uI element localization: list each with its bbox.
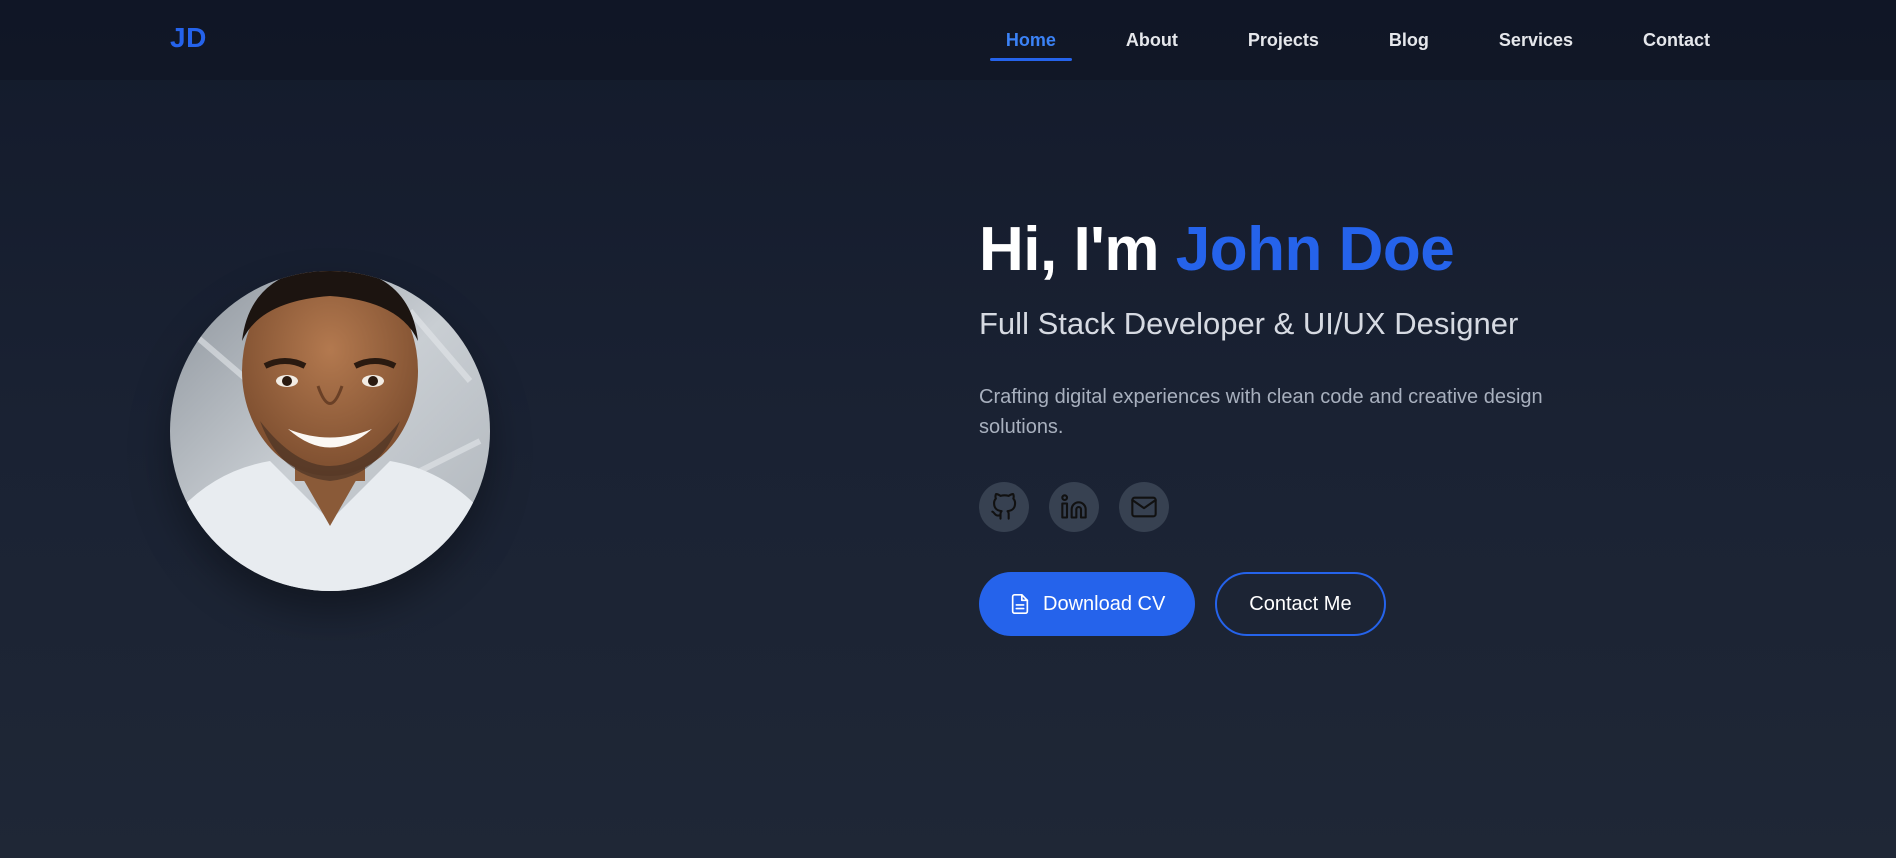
hero-name: John Doe bbox=[1175, 215, 1455, 284]
hero-headline: Hi, I'm John Doe bbox=[979, 212, 1679, 288]
nav-links: Home About Projects Blog Services Contac… bbox=[952, 0, 1726, 80]
github-icon bbox=[991, 493, 1017, 520]
download-cv-label: Download CV bbox=[1043, 592, 1166, 615]
profile-photo bbox=[170, 271, 490, 591]
hero-description: Crafting digital experiences with clean … bbox=[979, 386, 1543, 438]
email-link[interactable] bbox=[1119, 482, 1169, 532]
contact-me-button[interactable]: Contact Me bbox=[1215, 572, 1386, 636]
hero-subtitle: Full Stack Developer & UI/UX Designer bbox=[979, 306, 1519, 341]
nav-link-services[interactable]: Services bbox=[1483, 0, 1589, 80]
linkedin-link[interactable] bbox=[1049, 482, 1099, 532]
download-cv-button[interactable]: Download CV bbox=[979, 572, 1196, 636]
logo[interactable]: JD bbox=[170, 22, 207, 54]
linkedin-icon bbox=[1061, 494, 1087, 519]
nav-link-contact[interactable]: Contact bbox=[1627, 0, 1726, 80]
hero-actions: Download CV Contact Me bbox=[979, 572, 1679, 636]
file-icon bbox=[1011, 594, 1029, 614]
github-link[interactable] bbox=[979, 482, 1029, 532]
top-navbar: JD Home About Projects Blog Services Con… bbox=[0, 0, 1896, 80]
nav-link-about[interactable]: About bbox=[1110, 0, 1194, 80]
nav-link-projects[interactable]: Projects bbox=[1232, 0, 1335, 80]
mail-icon bbox=[1131, 496, 1157, 518]
nav-link-blog[interactable]: Blog bbox=[1373, 0, 1445, 80]
hero-section: Hi, I'm John Doe Full Stack Developer & … bbox=[979, 212, 1679, 636]
greeting-text: Hi, I'm bbox=[979, 215, 1160, 284]
nav-link-home[interactable]: Home bbox=[989, 0, 1072, 80]
contact-me-label: Contact Me bbox=[1249, 592, 1352, 615]
social-links bbox=[979, 482, 1679, 532]
